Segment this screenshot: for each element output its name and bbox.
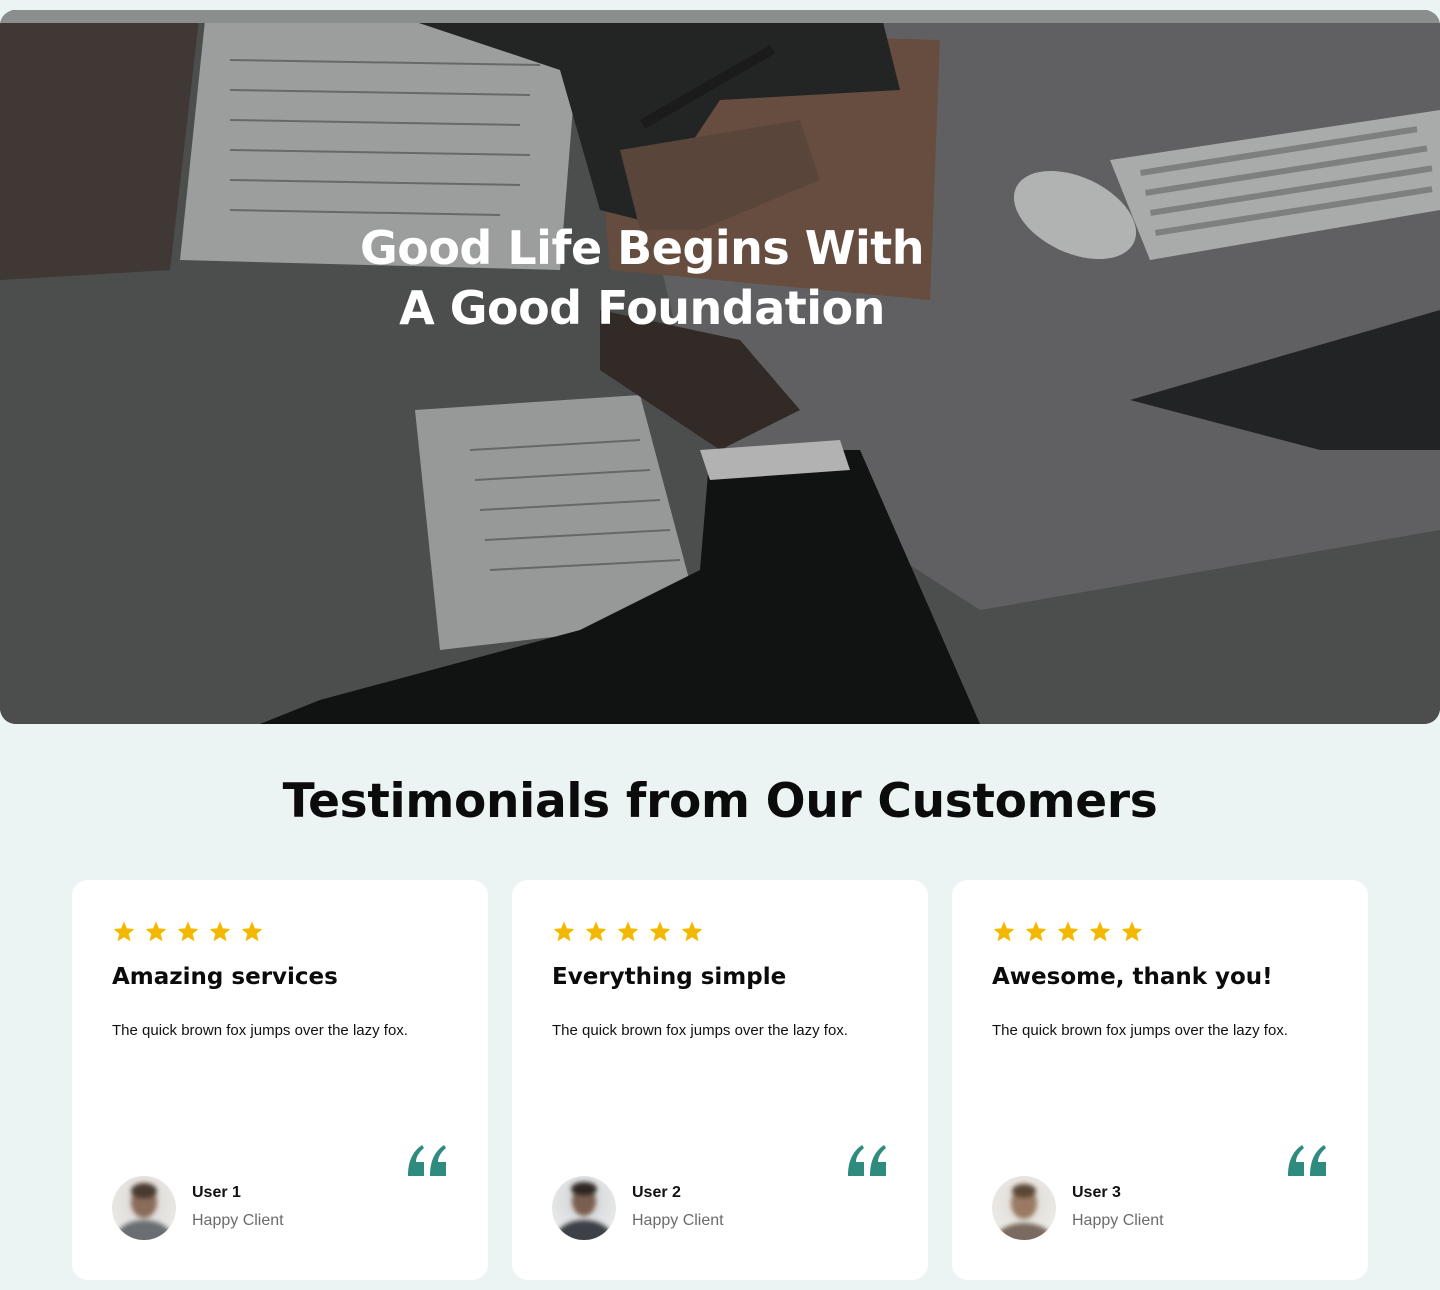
testimonial-card: Awesome, thank you! The quick brown fox … <box>952 880 1368 1280</box>
star-rating <box>992 920 1144 944</box>
star-icon <box>553 921 575 942</box>
user-role: Happy Client <box>1072 1212 1164 1229</box>
user-name: User 2 <box>632 1184 681 1201</box>
star-icon <box>241 921 263 942</box>
avatar <box>992 1176 1056 1240</box>
avatar <box>552 1176 616 1240</box>
hero-overlay <box>0 10 1440 724</box>
quote-icon <box>848 1145 886 1176</box>
quote-icon <box>408 1145 446 1176</box>
testimonial-text: The quick brown fox jumps over the lazy … <box>112 1022 408 1039</box>
user-role: Happy Client <box>632 1212 724 1229</box>
star-icon <box>177 921 199 942</box>
star-icon <box>993 921 1015 942</box>
star-icon <box>1025 921 1047 942</box>
star-icon <box>1121 921 1143 942</box>
testimonial-title: Everything simple <box>552 964 787 990</box>
testimonial-text: The quick brown fox jumps over the lazy … <box>992 1022 1288 1039</box>
testimonial-title: Awesome, thank you! <box>992 964 1273 990</box>
hero-title-line-1: Good Life Begins With <box>359 221 925 275</box>
hero-top-strip <box>0 10 1440 23</box>
hero-banner: Good Life Begins With A Good Foundation <box>0 10 1440 724</box>
testimonial-card: Everything simple The quick brown fox ju… <box>512 880 928 1280</box>
hero-title-line-2: A Good Foundation <box>399 281 885 335</box>
star-icon <box>209 921 231 942</box>
star-icon <box>1057 921 1079 942</box>
star-icon <box>649 921 671 942</box>
star-rating <box>112 920 264 944</box>
star-rating <box>552 920 704 944</box>
testimonial-title: Amazing services <box>112 964 338 990</box>
user-name: User 1 <box>192 1184 241 1201</box>
testimonials-heading: Testimonials from Our Customers <box>282 774 1158 829</box>
hero-title: Good Life Begins With A Good Foundation <box>292 218 992 338</box>
star-icon <box>585 921 607 942</box>
user-name: User 3 <box>1072 1184 1121 1201</box>
testimonial-text: The quick brown fox jumps over the lazy … <box>552 1022 848 1039</box>
star-icon <box>1089 921 1111 942</box>
testimonial-cards: Amazing services The quick brown fox jum… <box>72 880 1368 1280</box>
star-icon <box>681 921 703 942</box>
star-icon <box>145 921 167 942</box>
testimonial-card: Amazing services The quick brown fox jum… <box>72 880 488 1280</box>
star-icon <box>617 921 639 942</box>
star-icon <box>113 921 135 942</box>
quote-icon <box>1288 1145 1326 1176</box>
avatar <box>112 1176 176 1240</box>
user-role: Happy Client <box>192 1212 284 1229</box>
